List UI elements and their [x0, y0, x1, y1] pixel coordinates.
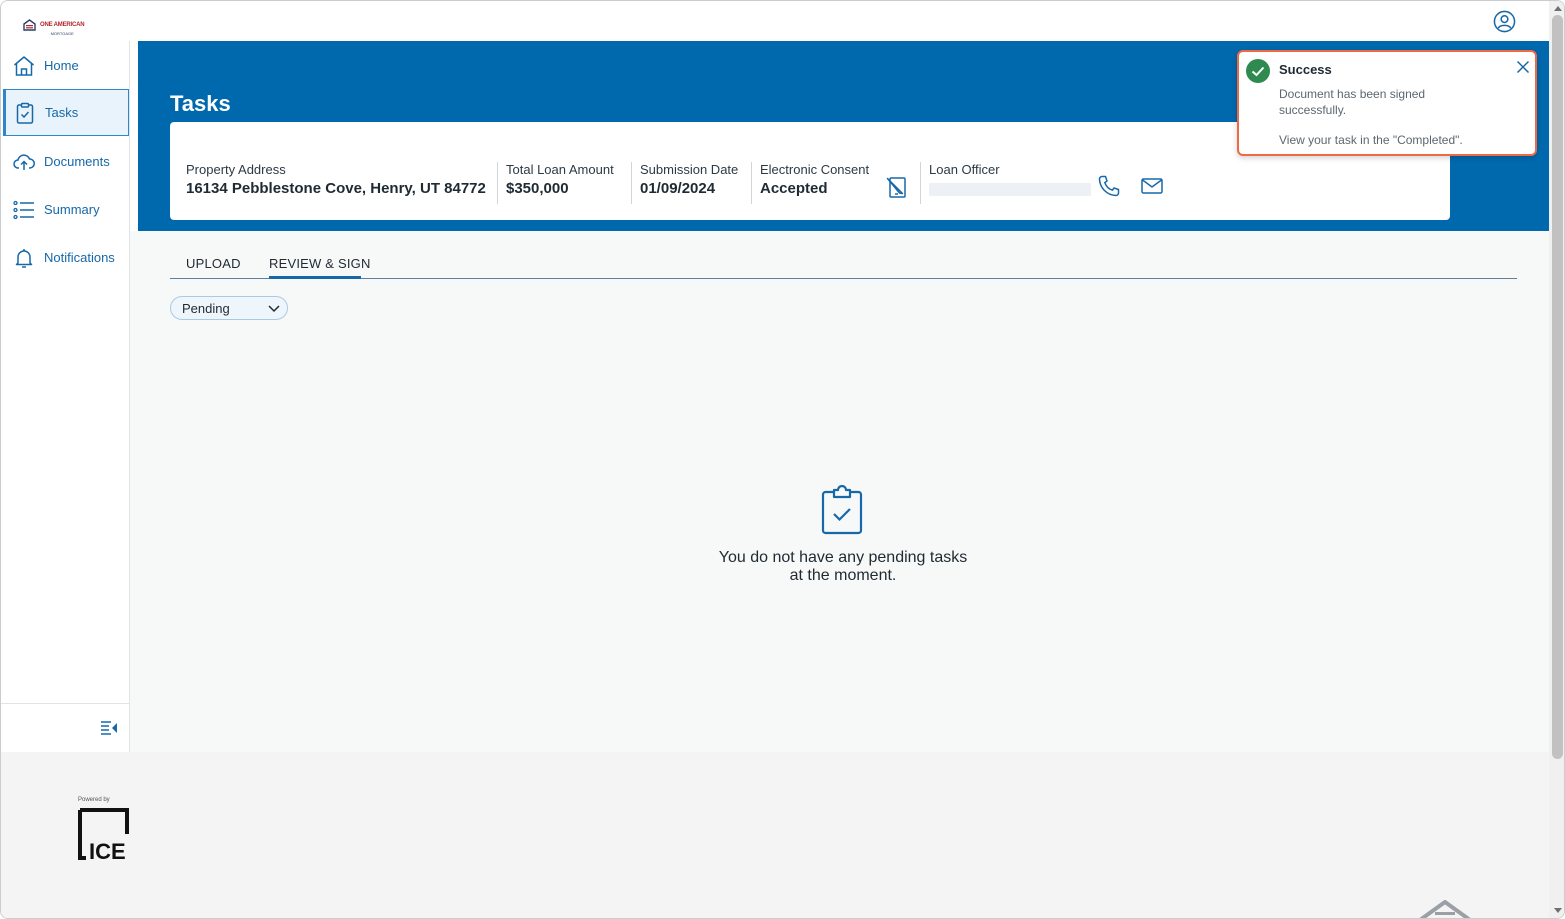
task-tabs: UPLOAD REVIEW & SIGN: [170, 253, 1517, 279]
submission-date-value: 01/09/2024: [640, 180, 716, 197]
success-toast: Success Document has been signed success…: [1237, 50, 1537, 156]
toast-title: Success: [1279, 62, 1332, 77]
powered-by-label: Powered by: [78, 797, 110, 803]
brand-name: ONE AMERICAN: [40, 22, 85, 28]
status-filter-select[interactable]: Pending: [170, 296, 288, 320]
property-address-value: 16134 Pebblestone Cove, Henry, UT 84772: [186, 180, 486, 197]
email-icon[interactable]: [1141, 177, 1163, 195]
electronic-consent-value: Accepted: [760, 180, 828, 197]
toast-message: Document has been signed successfully.: [1279, 87, 1426, 117]
user-profile-icon[interactable]: [1493, 10, 1516, 33]
sidebar-item-home[interactable]: Home: [3, 42, 129, 89]
scroll-thumb[interactable]: [1552, 15, 1563, 759]
sidebar-item-tasks[interactable]: Tasks: [3, 89, 129, 136]
edit-consent-icon[interactable]: [886, 175, 910, 199]
footer: Powered by ICE: [1, 752, 1549, 918]
electronic-consent-label: Electronic Consent: [760, 162, 870, 177]
status-filter-value: Pending: [182, 300, 230, 316]
page-title: Tasks: [170, 91, 231, 116]
collapse-sidebar-icon[interactable]: [100, 720, 118, 736]
loan-amount-field: Total Loan Amount $350,000: [506, 162, 614, 197]
equal-housing-icon: [1419, 900, 1471, 918]
loan-officer-label: Loan Officer: [929, 162, 1000, 177]
brand-logo[interactable]: ONE AMERICAN MORTGAGE: [23, 13, 85, 36]
toast-completed-note: View your task in the "Completed".: [1279, 133, 1463, 147]
loan-officer-field: Loan Officer: [929, 162, 1091, 196]
sidebar-item-label: Notifications: [44, 250, 115, 265]
tab-review-sign[interactable]: REVIEW & SIGN: [269, 256, 371, 271]
app-window: ONE AMERICAN MORTGAGE Home Tasks Documen…: [0, 0, 1565, 919]
clipboard-check-icon: [16, 102, 34, 124]
submission-date-field: Submission Date 01/09/2024: [640, 162, 738, 197]
sidebar-item-label: Home: [44, 58, 79, 73]
chevron-down-icon: [268, 305, 280, 313]
sidebar-item-label: Tasks: [45, 105, 79, 120]
electronic-consent-field: Electronic Consent Accepted: [760, 162, 869, 197]
sidebar-divider: [1, 703, 129, 704]
empty-state-line-2: at the moment.: [789, 567, 897, 584]
submission-date-label: Submission Date: [640, 162, 739, 177]
home-icon: [14, 55, 34, 76]
scroll-up-arrow-icon[interactable]: [1554, 6, 1562, 11]
logo-house-icon: [23, 18, 36, 31]
empty-clipboard-icon: [821, 485, 863, 535]
list-icon: [13, 200, 34, 219]
scroll-down-arrow-icon[interactable]: [1554, 908, 1562, 913]
divider: [497, 162, 498, 204]
sidebar: Home Tasks Documents Summary Notificatio…: [1, 41, 130, 752]
bell-icon: [15, 248, 33, 268]
phone-icon[interactable]: [1097, 174, 1121, 198]
task-content: UPLOAD REVIEW & SIGN Pending You do not …: [130, 231, 1549, 752]
logo-wordmark: ONE AMERICAN MORTGAGE: [40, 13, 85, 36]
close-icon[interactable]: [1516, 60, 1530, 74]
property-address-field: Property Address 16134 Pebblestone Cove,…: [186, 162, 486, 197]
empty-state-message: You do not have any pending tasks at the…: [683, 549, 1003, 585]
property-address-label: Property Address: [186, 162, 286, 177]
ice-logo: ICE: [78, 808, 129, 862]
cloud-upload-icon: [13, 153, 35, 170]
sidebar-item-summary[interactable]: Summary: [3, 186, 129, 233]
vertical-scrollbar[interactable]: [1549, 1, 1564, 918]
sidebar-item-notifications[interactable]: Notifications: [3, 234, 129, 281]
sidebar-item-label: Summary: [44, 202, 100, 217]
divider: [631, 162, 632, 204]
loan-officer-name-placeholder: [929, 183, 1091, 196]
tab-upload[interactable]: UPLOAD: [186, 256, 241, 271]
svg-text:ICE: ICE: [89, 839, 126, 862]
success-check-icon: [1246, 59, 1270, 83]
loan-amount-label: Total Loan Amount: [506, 162, 614, 177]
empty-state-line-1: You do not have any pending tasks: [718, 549, 968, 566]
divider: [751, 162, 752, 204]
brand-sub: MORTGAGE: [50, 31, 74, 36]
sidebar-item-documents[interactable]: Documents: [3, 138, 129, 185]
loan-amount-value: $350,000: [506, 180, 569, 197]
divider: [920, 162, 921, 204]
top-bar: ONE AMERICAN MORTGAGE: [1, 1, 1549, 41]
sidebar-item-label: Documents: [44, 154, 110, 169]
active-tab-indicator: [269, 276, 361, 279]
